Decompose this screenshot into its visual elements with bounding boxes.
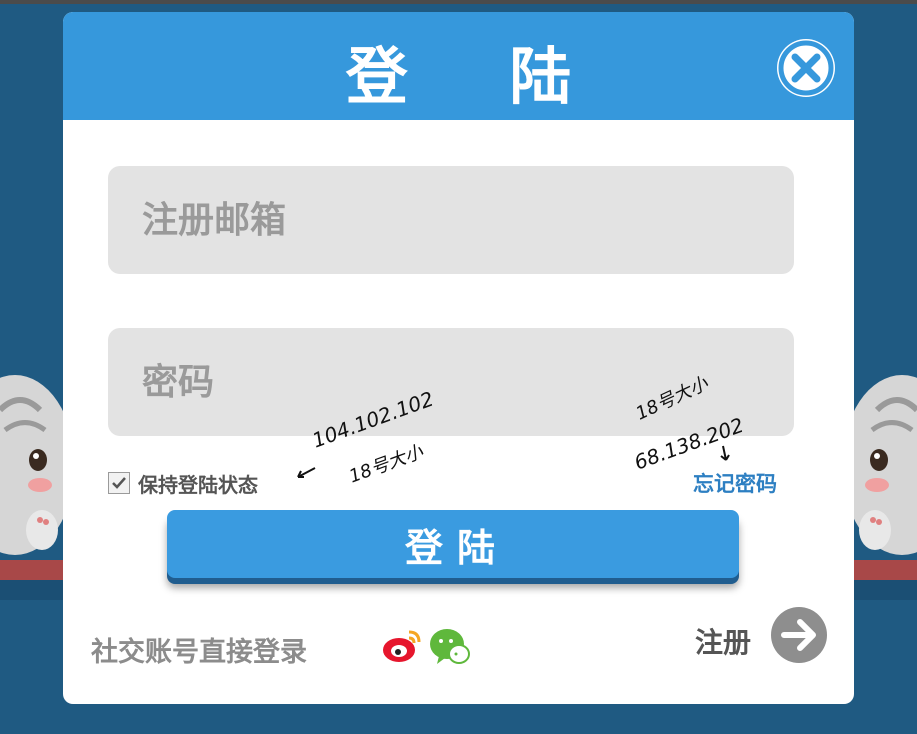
register-link[interactable]: 注册 (695, 621, 751, 661)
annotation-arrow-down (720, 445, 730, 461)
close-icon (778, 40, 834, 96)
top-strip (0, 0, 917, 4)
cat-mascot-left (0, 375, 70, 580)
close-button[interactable] (777, 39, 835, 97)
cat-mascot-right (847, 375, 917, 580)
forgot-password-link[interactable]: 忘记密码 (693, 468, 777, 498)
email-input[interactable] (108, 166, 794, 274)
social-login-label: 社交账号直接登录 (91, 637, 307, 668)
remember-checkbox[interactable] (108, 472, 130, 494)
dialog-header: 登 陆 (63, 12, 854, 120)
weibo-icon[interactable] (381, 626, 423, 664)
dialog-title: 登 陆 (345, 40, 612, 113)
checkmark-icon (112, 477, 126, 489)
wechat-icon[interactable] (429, 626, 471, 666)
annotation-left-size: 18号大小 (346, 441, 426, 488)
arrow-right-icon[interactable] (770, 606, 828, 664)
annotation-arrow-left (297, 467, 316, 478)
remember-label: 保持登陆状态 (138, 472, 258, 497)
login-button[interactable]: 登陆 (167, 510, 739, 578)
login-dialog: 登 陆 保持登陆状态 忘记密码 登陆 社交账号直接登录 (63, 12, 854, 704)
remember-me[interactable]: 保持登陆状态 (108, 470, 258, 497)
